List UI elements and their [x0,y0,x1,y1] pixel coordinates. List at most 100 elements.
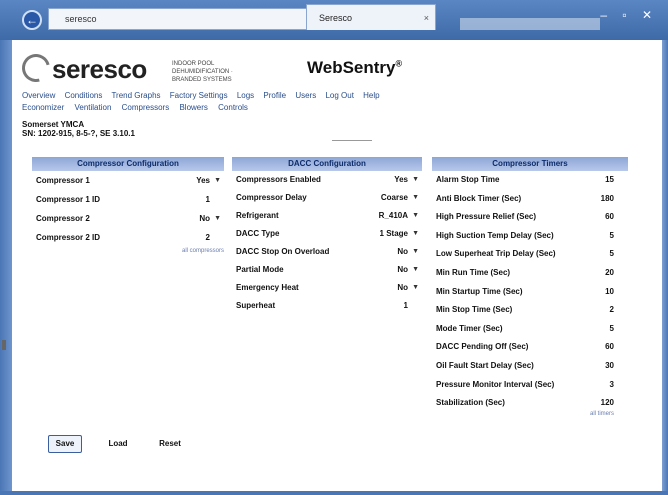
setting-select[interactable]: Yes [394,171,408,189]
window-frame-bottom [0,491,668,495]
nav-row-1: Overview Conditions Trend Graphs Factory… [22,90,642,102]
back-button[interactable]: ← [22,10,42,30]
unit-serial: SN: 1202-915, 8-5-?, SE 3.10.1 [22,129,135,138]
timer-row: High Suction Temp Delay (Sec) 5 [432,227,628,246]
chevron-down-icon[interactable]: ▼ [412,225,419,243]
chevron-down-icon[interactable]: ▼ [412,279,419,297]
tab-title: Seresco [319,13,353,23]
nav-link-factory-settings[interactable]: Factory Settings [170,91,228,100]
timer-input[interactable]: 15 [605,171,614,190]
timer-input[interactable]: 3 [610,376,614,395]
setting-input[interactable]: 2 [206,228,210,247]
setting-row: Compressors Enabled Yes ▼ [232,171,422,189]
setting-row: Compressor 2 ID 2 [32,228,224,247]
timer-label: Min Run Time (Sec) [436,267,511,277]
browser-tab[interactable]: Seresco × [306,4,436,30]
timer-input[interactable]: 20 [605,264,614,283]
chevron-down-icon[interactable]: ▼ [214,209,221,228]
timer-input[interactable]: 5 [610,320,614,339]
nav-link-help[interactable]: Help [363,91,379,100]
setting-input[interactable]: 1 [206,190,210,209]
nav-link-ventilation[interactable]: Ventilation [74,103,111,112]
nav-link-compressors[interactable]: Compressors [122,103,170,112]
load-button[interactable]: Load [98,435,138,453]
setting-label: Compressor 1 [36,176,90,185]
panel-header: Compressor Configuration [32,157,224,171]
timer-input[interactable]: 60 [605,338,614,357]
chevron-down-icon[interactable]: ▼ [412,171,419,189]
page-content: seresco INDOOR POOL DEHUMIDIFICATION · B… [12,40,662,491]
address-bar[interactable]: seresco [48,8,316,30]
toolbar-strip [460,18,600,30]
timer-row: Alarm Stop Time 15 [432,171,628,190]
timer-row: Oil Fault Start Delay (Sec) 30 [432,357,628,376]
setting-label: Compressor 2 [36,214,90,223]
header: seresco INDOOR POOL DEHUMIDIFICATION · B… [16,48,642,88]
setting-select[interactable]: No [397,243,408,261]
timer-row: High Pressure Relief (Sec) 60 [432,208,628,227]
timer-label: Mode Timer (Sec) [436,323,503,333]
main-nav: Overview Conditions Trend Graphs Factory… [22,90,642,114]
nav-link-economizer[interactable]: Economizer [22,103,64,112]
setting-select[interactable]: R_410A [379,207,408,225]
reset-button[interactable]: Reset [150,435,190,453]
chevron-down-icon[interactable]: ▼ [412,207,419,225]
window-frame-left [0,40,12,495]
window-frame-right [662,40,668,495]
timer-label: Low Superheat Trip Delay (Sec) [436,249,556,259]
setting-select[interactable]: Yes [196,171,210,190]
timer-input[interactable]: 180 [601,190,614,209]
nav-link-trend-graphs[interactable]: Trend Graphs [111,91,160,100]
setting-row: Refrigerant R_410A ▼ [232,207,422,225]
timer-input[interactable]: 5 [610,245,614,264]
setting-row: Compressor 2 No ▼ [32,209,224,228]
nav-link-users[interactable]: Users [295,91,316,100]
unit-name: Somerset YMCA [22,120,85,129]
panel-note: all compressors [182,248,225,254]
timer-input[interactable]: 10 [605,283,614,302]
nav-link-profile[interactable]: Profile [263,91,286,100]
timer-input[interactable]: 2 [610,301,614,320]
timer-row: Min Startup Time (Sec) 10 [432,283,628,302]
chevron-down-icon[interactable]: ▼ [412,243,419,261]
product-name: WebSentry® [307,58,402,78]
timer-label: Anti Block Timer (Sec) [436,193,522,203]
nav-link-blowers[interactable]: Blowers [179,103,207,112]
chevron-down-icon[interactable]: ▼ [412,189,419,207]
setting-select[interactable]: Coarse [381,189,408,207]
chevron-down-icon[interactable]: ▼ [412,261,419,279]
timer-input[interactable]: 5 [610,227,614,246]
nav-link-controls[interactable]: Controls [218,103,248,112]
panel-note: all timers [590,411,615,417]
nav-link-conditions[interactable]: Conditions [65,91,103,100]
timer-input[interactable]: 30 [605,357,614,376]
timer-input[interactable]: 120 [601,394,614,413]
tagline: INDOOR POOL DEHUMIDIFICATION · BRANDED S… [172,61,233,83]
nav-link-logs[interactable]: Logs [237,91,254,100]
setting-row: DACC Type 1 Stage ▼ [232,225,422,243]
save-button[interactable]: Save [48,435,82,453]
close-icon[interactable]: × [424,5,429,31]
timer-row: Min Stop Time (Sec) 2 [432,301,628,320]
setting-select[interactable]: No [397,261,408,279]
nav-link-overview[interactable]: Overview [22,91,55,100]
compressor-timers-panel: Compressor Timers Alarm Stop Time 15 Anti… [432,157,628,413]
setting-label: DACC Type [236,229,280,238]
setting-input[interactable]: 1 [404,297,408,315]
panel-header: DACC Configuration [232,157,422,171]
nav-link-log-out[interactable]: Log Out [325,91,353,100]
timer-label: Alarm Stop Time [436,175,500,184]
seresco-logo-icon [16,48,56,88]
setting-select[interactable]: No [397,279,408,297]
timer-label: High Pressure Relief (Sec) [436,212,537,222]
timer-input[interactable]: 60 [605,208,614,227]
chevron-down-icon[interactable]: ▼ [214,171,221,190]
setting-label: Partial Mode [236,265,284,274]
timer-row: Anti Block Timer (Sec) 180 [432,190,628,209]
scroll-marker [2,340,6,350]
logo-text: seresco [52,54,147,84]
setting-select[interactable]: No [199,209,210,228]
setting-select[interactable]: 1 Stage [380,225,408,243]
window-controls[interactable]: – ▫ ✕ [600,8,658,28]
setting-label: Refrigerant [236,211,279,220]
